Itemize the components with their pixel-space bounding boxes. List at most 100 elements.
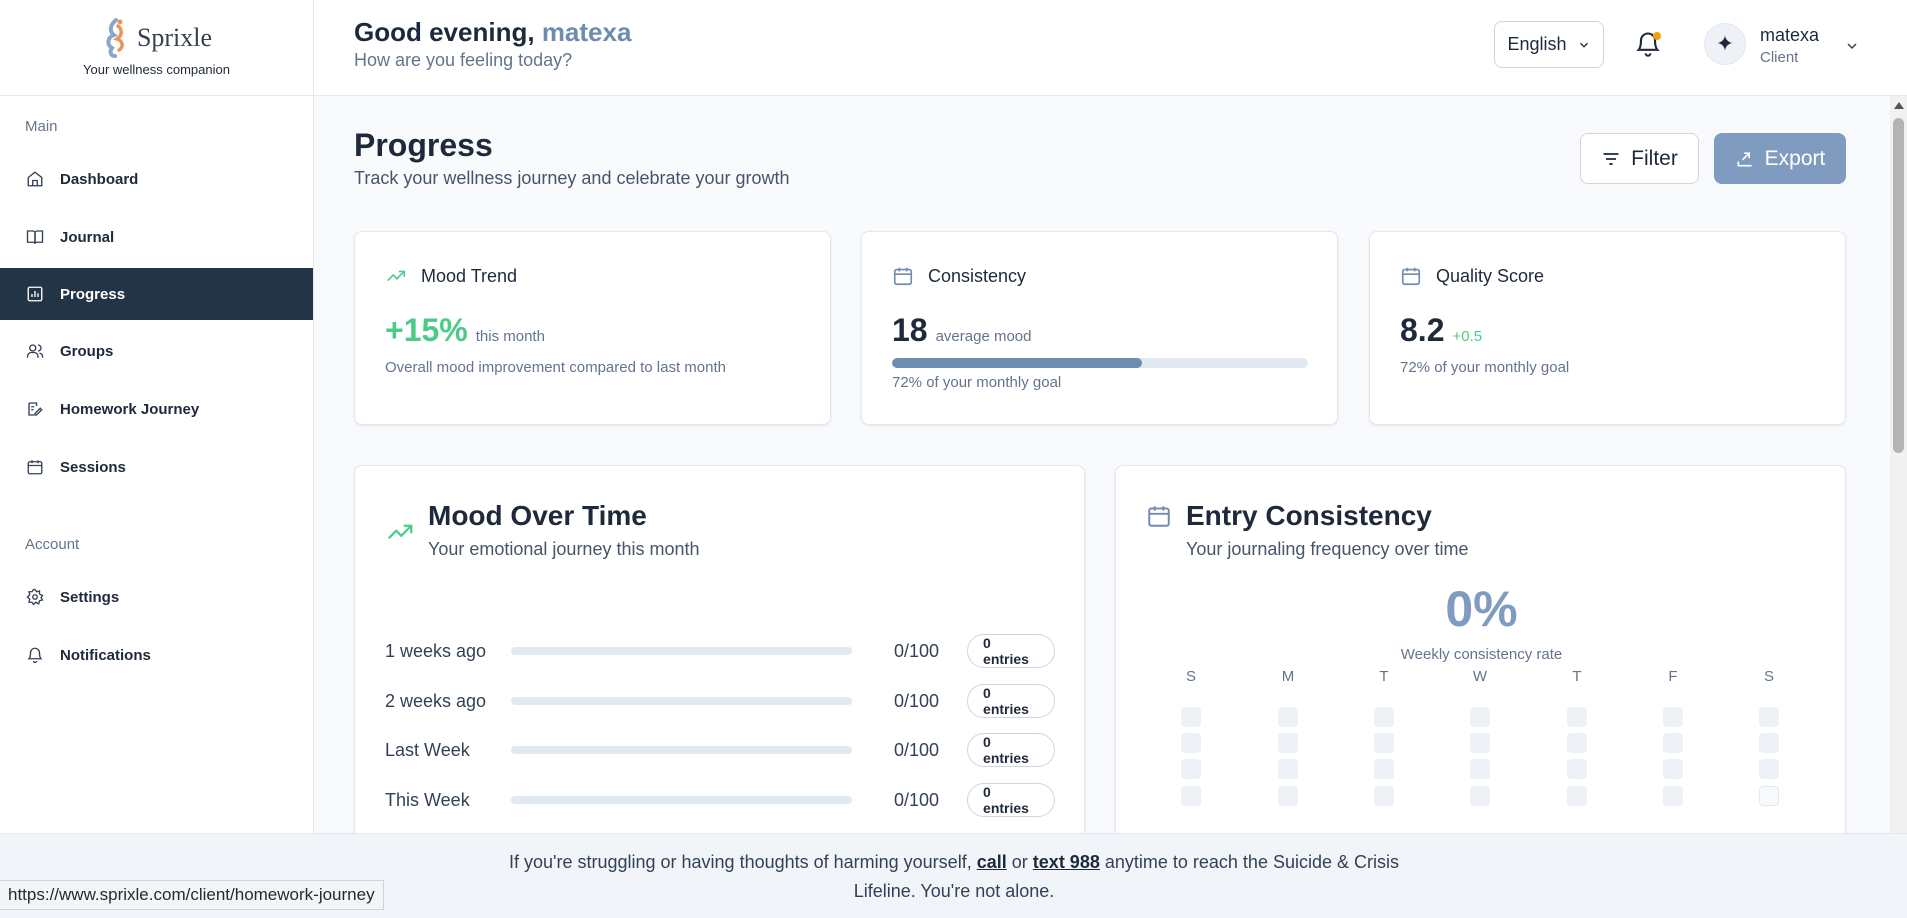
weekday-label: T xyxy=(1572,668,1582,685)
consistency-day-cell xyxy=(1470,707,1490,727)
scrollbar[interactable] xyxy=(1890,96,1907,833)
stat-unit: this month xyxy=(475,328,545,345)
scroll-thumb[interactable] xyxy=(1893,118,1904,453)
export-label: Export xyxy=(1764,146,1826,170)
mood-row: 1 weeks ago 0/100 0 entries xyxy=(385,634,1056,668)
brand[interactable]: Sprixle Your wellness companion xyxy=(0,0,313,96)
consistency-day-cell xyxy=(1567,786,1587,806)
greeting: Good evening, matexa xyxy=(354,17,631,48)
consistency-day-cell xyxy=(1374,707,1394,727)
stat-note: Overall mood improvement compared to las… xyxy=(385,359,726,376)
brand-tagline: Your wellness companion xyxy=(83,62,230,77)
sidebar-item-dashboard[interactable]: Dashboard xyxy=(0,153,313,205)
card-subtitle: Your emotional journey this month xyxy=(428,539,700,559)
card-title: Entry Consistency xyxy=(1186,500,1432,531)
mood-score: 0/100 xyxy=(893,739,940,760)
sidebar-item-label: Settings xyxy=(60,588,120,606)
sidebar-item-sessions[interactable]: Sessions xyxy=(0,441,313,493)
mood-trend-card: Mood Trend +15% this month Overall mood … xyxy=(354,231,831,425)
sidebar-item-notifications[interactable]: Notifications xyxy=(0,629,313,681)
entries-badge: 0 entries xyxy=(967,783,1056,817)
scroll-up-arrow[interactable] xyxy=(1894,102,1904,109)
stat-delta: +0.5 xyxy=(1452,328,1483,345)
home-icon xyxy=(27,171,43,187)
filter-button[interactable]: Filter xyxy=(1580,133,1699,184)
stat-unit: average mood xyxy=(935,328,1032,345)
consistency-day-cell xyxy=(1374,759,1394,779)
weekday-label: W xyxy=(1472,668,1488,685)
consistency-day-cell xyxy=(1470,786,1490,806)
mood-bar xyxy=(511,746,852,754)
consistency-day-cell xyxy=(1663,759,1683,779)
greeting-subtitle: How are you feeling today? xyxy=(354,50,573,70)
crisis-call-link[interactable]: call xyxy=(977,852,1007,872)
sidebar-item-groups[interactable]: Groups xyxy=(0,325,313,377)
calendar-icon xyxy=(893,267,913,286)
weekday-label: S xyxy=(1185,668,1196,685)
notifications-button[interactable] xyxy=(1634,30,1664,60)
entry-consistency-card: Entry Consistency Your journaling freque… xyxy=(1115,465,1846,885)
avatar[interactable]: ✦ xyxy=(1704,23,1746,65)
consistency-day-cell xyxy=(1181,759,1201,779)
sidebar-item-label: Progress xyxy=(60,285,126,303)
quality-score-card: Quality Score 8.2 +0.5 72% of your month… xyxy=(1369,231,1846,425)
sidebar-item-label: Homework Journey xyxy=(60,400,200,418)
brand-name: Sprixle xyxy=(136,23,213,52)
crisis-text: If you're struggling or having thoughts … xyxy=(486,848,1422,906)
user-name[interactable]: matexa xyxy=(1760,25,1819,46)
sidebar-item-progress[interactable]: Progress xyxy=(0,268,313,320)
consistency-day-cell xyxy=(1567,733,1587,753)
consistency-day-cell xyxy=(1470,759,1490,779)
crisis-text-link[interactable]: text 988 xyxy=(1033,852,1100,872)
consistency-rate-label: Weekly consistency rate xyxy=(1400,646,1563,663)
consistency-day-cell xyxy=(1181,733,1201,753)
mood-row-label: Last Week xyxy=(385,739,470,760)
mood-row: Last Week 0/100 0 entries xyxy=(385,733,1056,767)
nav-section-main: Main xyxy=(25,118,58,135)
mood-row-label: This Week xyxy=(385,789,470,810)
user-menu-toggle[interactable] xyxy=(1844,38,1860,59)
card-subtitle: Your journaling frequency over time xyxy=(1186,539,1469,559)
filter-icon xyxy=(1603,152,1619,165)
export-icon xyxy=(1737,151,1752,166)
language-select[interactable]: English xyxy=(1494,21,1604,68)
consistency-progress-fill xyxy=(892,358,1142,368)
notification-dot xyxy=(1653,32,1661,40)
bell-icon xyxy=(27,647,43,664)
sidebar-item-label: Journal xyxy=(60,228,115,246)
export-button[interactable]: Export xyxy=(1714,133,1846,184)
consistency-day-cell xyxy=(1374,733,1394,753)
crisis-text-before: If you're struggling or having thoughts … xyxy=(509,852,972,872)
weekday-label: F xyxy=(1668,668,1678,685)
consistency-day-cell xyxy=(1278,707,1298,727)
mood-bar xyxy=(511,697,852,705)
weekday-label: S xyxy=(1763,668,1774,685)
sidebar-item-settings[interactable]: Settings xyxy=(0,571,313,623)
language-value: English xyxy=(1507,34,1567,54)
consistency-day-cell xyxy=(1759,786,1779,806)
mood-bar xyxy=(511,647,852,655)
stat-note: 72% of your monthly goal xyxy=(892,374,1062,391)
weekday-label: T xyxy=(1379,668,1389,685)
consistency-day-cell xyxy=(1663,733,1683,753)
consistency-day-cell xyxy=(1663,707,1683,727)
sidebar-item-journal[interactable]: Journal xyxy=(0,211,313,263)
stat-title: Mood Trend xyxy=(421,265,518,286)
filter-label: Filter xyxy=(1631,146,1678,170)
card-title: Mood Over Time xyxy=(428,500,647,531)
chevron-down-icon xyxy=(1847,43,1857,50)
sidebar-item-label: Sessions xyxy=(60,458,126,476)
calendar-icon xyxy=(1148,506,1170,527)
stat-note: 72% of your monthly goal xyxy=(1400,359,1570,376)
consistency-day-cell xyxy=(1278,733,1298,753)
entries-badge: 0 entries xyxy=(967,684,1056,718)
consistency-day-cell xyxy=(1759,733,1779,753)
sidebar-item-homework-journey[interactable]: Homework Journey xyxy=(0,383,313,435)
weekday-label: M xyxy=(1281,668,1295,685)
user-role: Client xyxy=(1760,49,1799,66)
consistency-day-cell xyxy=(1759,707,1779,727)
sidebar-item-label: Dashboard xyxy=(60,170,139,188)
mood-row: This Week 0/100 0 entries xyxy=(385,783,1056,817)
stat-value: 8.2 xyxy=(1400,312,1445,348)
calendar-icon xyxy=(27,460,43,475)
